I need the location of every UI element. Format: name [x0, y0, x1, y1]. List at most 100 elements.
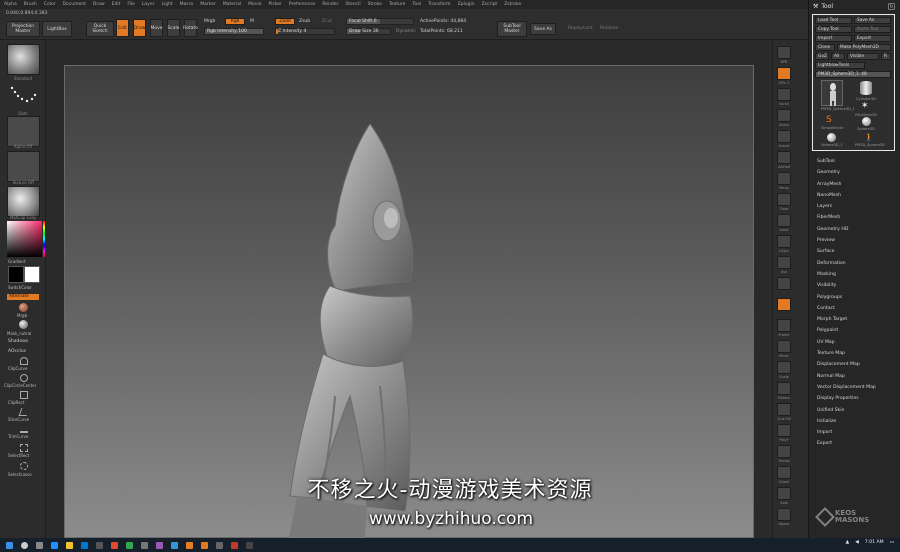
tool-menu-item[interactable]: Layers [817, 201, 876, 212]
import-tool-button[interactable]: Import [815, 35, 852, 42]
copy-tool-button[interactable]: Copy Tool [815, 26, 852, 33]
right-shelf-button[interactable] [777, 340, 791, 353]
mrgb-toggle[interactable]: Mrgb [204, 19, 215, 24]
tool-menu-item[interactable]: UV Map [817, 337, 876, 348]
make-polymesh-button[interactable]: Make PolyMesh3D [837, 44, 891, 51]
volume-icon[interactable]: ◀ [855, 540, 859, 545]
menu-item[interactable]: Tool [412, 2, 421, 7]
right-shelf-button[interactable] [777, 214, 791, 227]
menu-item[interactable]: Material [223, 2, 241, 7]
menu-item[interactable]: Preferences [289, 2, 315, 7]
main-color-swatch[interactable] [8, 266, 24, 283]
app-icon[interactable] [231, 541, 238, 549]
replay-last-button[interactable]: ReplayLast [568, 26, 593, 31]
app-icon[interactable] [186, 541, 193, 549]
tool-menu-item[interactable]: Display Properties [817, 393, 876, 404]
tool-menu-item[interactable]: Initialize [817, 416, 876, 427]
right-shelf-button[interactable] [777, 277, 791, 290]
right-shelf-button[interactable] [777, 151, 791, 164]
visible-button[interactable]: Visible [847, 53, 879, 60]
tool-menu-item[interactable]: Import [817, 427, 876, 438]
tool-menu-item[interactable]: Vector Displacement Map [817, 382, 876, 393]
save-as-tool-button[interactable]: Save As [854, 17, 891, 24]
m-toggle[interactable]: M [250, 19, 254, 24]
save-as-button[interactable]: Save As [530, 23, 556, 35]
tool-menu-item[interactable]: Normal Map [817, 371, 876, 382]
notification-icon[interactable]: ▭ [890, 540, 894, 545]
tool-menu-item[interactable]: Geometry [817, 167, 876, 178]
mask-material-icon[interactable] [19, 320, 28, 329]
document-viewport[interactable] [64, 65, 754, 539]
menu-item[interactable]: Stencil [345, 2, 360, 7]
menu-item[interactable]: Brush [24, 2, 37, 7]
tool-menu-item[interactable]: Texture Map [817, 348, 876, 359]
menu-item[interactable]: Alpha [4, 2, 17, 7]
task-view-icon[interactable] [36, 541, 43, 549]
tool-menu-item[interactable]: Unified Skin [817, 405, 876, 416]
tool-menu-item[interactable]: Polygroups [817, 292, 876, 303]
sphere-icon[interactable] [827, 133, 836, 142]
right-shelf-button[interactable] [777, 67, 791, 80]
export-tool-button[interactable]: Export [854, 35, 891, 42]
right-shelf-button[interactable] [777, 403, 791, 416]
zsub-toggle[interactable]: Zsub [299, 19, 310, 24]
alternate-button[interactable]: Alternate [7, 294, 39, 300]
draw-size-slider[interactable]: Draw Size 36 [346, 28, 391, 35]
menu-item[interactable]: Macro [180, 2, 194, 7]
tool-menu-item[interactable]: NanoMesh [817, 190, 876, 201]
app-icon[interactable] [216, 541, 223, 549]
hue-strip[interactable] [43, 221, 45, 257]
quick-sketch-button[interactable]: Quick Sketch [86, 21, 114, 37]
switch-color-button[interactable]: SwitchColor [8, 285, 32, 290]
right-shelf-button[interactable] [777, 466, 791, 479]
right-shelf-button[interactable] [777, 487, 791, 500]
projection-master-button[interactable]: Projection Master [6, 21, 40, 37]
lightbox-button[interactable]: LightBox [42, 21, 72, 37]
aocclus-button[interactable]: AOcclus [8, 349, 26, 354]
lightbox-tools-button[interactable]: Lightbox▸Tools [815, 62, 865, 69]
rotate-button[interactable]: Rotate [183, 19, 198, 37]
zcut-toggle[interactable]: Zcut [322, 19, 332, 24]
tool-menu-item[interactable]: Morph Target [817, 314, 876, 325]
tool-menu-item[interactable]: Preview [817, 235, 876, 246]
rgb-intensity-slider[interactable]: Rgb Intensity 100 [204, 28, 264, 35]
file-explorer-icon[interactable] [66, 541, 73, 549]
rgb-toggle[interactable]: Rgb [225, 18, 245, 25]
clip-circle-icon[interactable] [20, 374, 28, 382]
menu-item[interactable]: Layer [142, 2, 155, 7]
menu-item[interactable]: Zplugin [458, 2, 475, 7]
app-icon[interactable] [156, 541, 163, 549]
menu-item[interactable]: Light [161, 2, 172, 7]
tool-menu-item[interactable]: SubTool [817, 156, 876, 167]
replay-relative-button[interactable]: Relative [600, 26, 618, 31]
panel-refresh-icon[interactable]: ↻ [888, 3, 895, 10]
edit-button[interactable]: Edit [116, 19, 129, 37]
select-rect-icon[interactable] [20, 444, 28, 452]
slice-curve-icon[interactable] [18, 408, 30, 416]
all-button[interactable]: All [831, 53, 845, 60]
zadd-toggle[interactable]: Zadd [275, 18, 295, 25]
scale-button[interactable]: Scale [167, 19, 180, 37]
menu-item[interactable]: Movie [248, 2, 261, 7]
tool-menu-item[interactable]: Surface [817, 246, 876, 257]
tool-menu-item[interactable]: Polypaint [817, 325, 876, 336]
menu-item[interactable]: Stroke [368, 2, 382, 7]
shadows-button[interactable]: Shadows [8, 339, 28, 344]
menu-item[interactable]: File [127, 2, 135, 7]
stroke-thumbnail[interactable] [7, 80, 40, 111]
network-icon[interactable]: ▲ [846, 540, 850, 545]
clip-rect-icon[interactable] [20, 391, 28, 399]
paste-tool-button[interactable]: Paste Tool [854, 26, 891, 33]
tool-menu-item[interactable]: Masking [817, 269, 876, 280]
menu-item[interactable]: Render [322, 2, 338, 7]
z-intensity-slider[interactable]: Z Intensity 4 [275, 28, 335, 35]
simplebrush-icon[interactable]: S [826, 115, 832, 125]
right-shelf-button[interactable] [777, 235, 791, 248]
app-icon[interactable] [111, 541, 118, 549]
figure-small-icon[interactable]: 🚶 [864, 133, 874, 142]
right-shelf-button[interactable] [777, 319, 791, 332]
tool-menu-item[interactable]: Deformation [817, 258, 876, 269]
right-shelf-button[interactable] [777, 424, 791, 437]
clone-button[interactable]: Clone [815, 44, 835, 51]
secondary-color-swatch[interactable] [24, 266, 40, 283]
